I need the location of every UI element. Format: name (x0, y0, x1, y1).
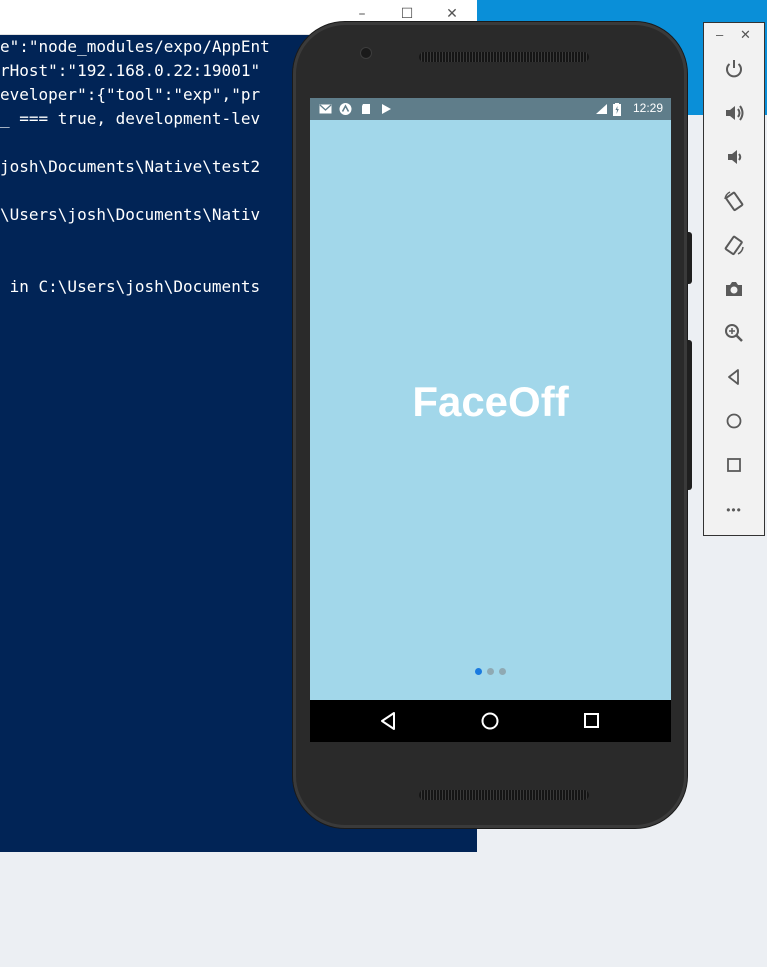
terminal-line: eveloper":{"tool":"exp","pr (0, 85, 261, 104)
back-button[interactable] (704, 360, 764, 396)
status-clock: 12:29 (632, 101, 663, 115)
volume-up-button[interactable] (704, 96, 764, 132)
back-icon (728, 369, 739, 385)
terminal-line: rHost":"192.168.0.22:19001" (0, 61, 261, 80)
zoom-icon (725, 324, 743, 342)
overview-button[interactable] (704, 448, 764, 484)
more-button[interactable]: ••• (704, 492, 764, 528)
pager-dot-active[interactable] (475, 668, 482, 675)
volume-up-icon (726, 105, 744, 121)
toolbar-close-button[interactable]: ✕ (740, 27, 751, 43)
power-button[interactable] (704, 52, 764, 88)
terminal-line: \Users\josh\Documents\Nativ (0, 205, 261, 224)
overview-icon (727, 458, 741, 472)
home-icon[interactable] (479, 710, 501, 732)
power-side-button[interactable] (687, 232, 692, 284)
phone-screen[interactable]: 12:29 FaceOff (310, 98, 671, 742)
battery-icon (612, 103, 622, 116)
terminal-line: josh\Documents\Native\test2 (0, 157, 261, 176)
camera-icon (726, 282, 742, 296)
volume-side-button[interactable] (687, 340, 692, 490)
home-icon (726, 413, 742, 429)
app-title: FaceOff (412, 378, 569, 425)
back-icon[interactable] (378, 710, 400, 732)
phone-frame: 12:29 FaceOff (293, 22, 692, 828)
signal-icon (593, 103, 609, 115)
home-button[interactable] (704, 404, 764, 440)
terminal-line: _ === true, development-lev (0, 109, 261, 128)
gmail-icon (319, 103, 332, 115)
toolbar-minimize-button[interactable]: – (716, 27, 723, 42)
recents-icon[interactable] (581, 710, 603, 732)
app-splash-screen[interactable]: FaceOff (310, 120, 671, 700)
pager-dot[interactable] (487, 668, 494, 675)
status-bar: 12:29 (310, 98, 671, 120)
rotate-left-icon (724, 191, 744, 212)
terminal-line: in C:\Users\josh\Documents (0, 277, 261, 296)
pager-dot[interactable] (499, 668, 506, 675)
rotate-right-icon (724, 235, 744, 256)
screenshot-button[interactable] (704, 272, 764, 308)
bottom-speaker (419, 790, 589, 800)
zoom-button[interactable] (704, 316, 764, 352)
rotate-right-button[interactable] (704, 228, 764, 264)
top-speaker (419, 52, 589, 62)
volume-down-icon (728, 150, 742, 164)
android-nav-bar (310, 700, 671, 742)
terminal-line: e":"node_modules/expo/AppEnt (0, 37, 270, 56)
rotate-left-button[interactable] (704, 184, 764, 220)
emulator-toolbar: – ✕ ••• (703, 22, 765, 536)
volume-down-button[interactable] (704, 140, 764, 176)
play-store-icon (380, 103, 393, 115)
sd-card-icon (360, 103, 373, 115)
front-camera (361, 48, 371, 58)
power-icon (726, 60, 742, 78)
expo-icon (339, 103, 352, 115)
